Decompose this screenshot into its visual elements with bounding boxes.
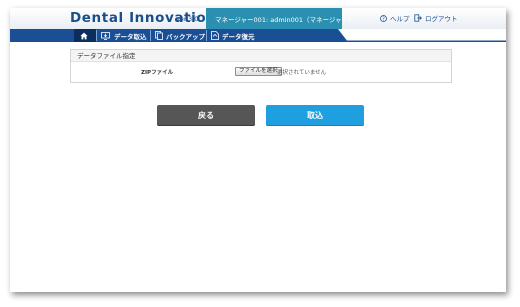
home-icon <box>79 32 88 39</box>
logout-link[interactable]: ログアウト <box>414 13 458 23</box>
file-status-text: 選択されていません <box>277 70 327 76</box>
help-link[interactable]: ? ヘルプ <box>380 13 410 23</box>
nav-item-label: バックアップ <box>166 32 205 41</box>
import-button[interactable]: 取込 <box>266 105 364 126</box>
choose-file-button[interactable]: ファイルを選択 <box>235 67 282 76</box>
restore-icon <box>211 31 219 40</box>
file-select-panel: データファイル指定 ZIPファイル ファイルを選択 選択されていません <box>70 49 452 83</box>
nav-item-import[interactable]: データ取込 <box>96 29 147 42</box>
header: Dental Innovation ver.3.0 マネージャー001: adm… <box>10 8 506 29</box>
help-label: ヘルプ <box>390 15 410 23</box>
user-info: マネージャー001: admin001（マネージャー） <box>206 8 355 29</box>
user-label: マネージャー001: admin001（マネージャー） <box>215 15 355 24</box>
help-icon: ? <box>380 14 387 22</box>
app-window: Dental Innovation ver.3.0 マネージャー001: adm… <box>10 8 506 292</box>
version-label: ver.3.0 <box>176 15 199 23</box>
nav-item-restore[interactable]: データ復元 <box>206 29 255 42</box>
logout-icon <box>414 14 422 22</box>
logout-label: ログアウト <box>425 15 458 23</box>
nav-item-label: データ復元 <box>222 32 255 41</box>
nav-item-label: データ取込 <box>114 32 147 41</box>
zip-file-label: ZIPファイル <box>141 70 174 76</box>
svg-text:?: ? <box>382 16 385 22</box>
nav-item-backup[interactable]: バックアップ <box>150 29 205 42</box>
panel-title: データファイル指定 <box>71 50 451 62</box>
nav-bar: データ取込 バックアップ データ復元 <box>10 29 506 42</box>
backup-icon <box>155 31 163 40</box>
nav-home[interactable] <box>74 29 96 42</box>
import-icon <box>101 31 110 40</box>
back-button[interactable]: 戻る <box>157 105 255 126</box>
